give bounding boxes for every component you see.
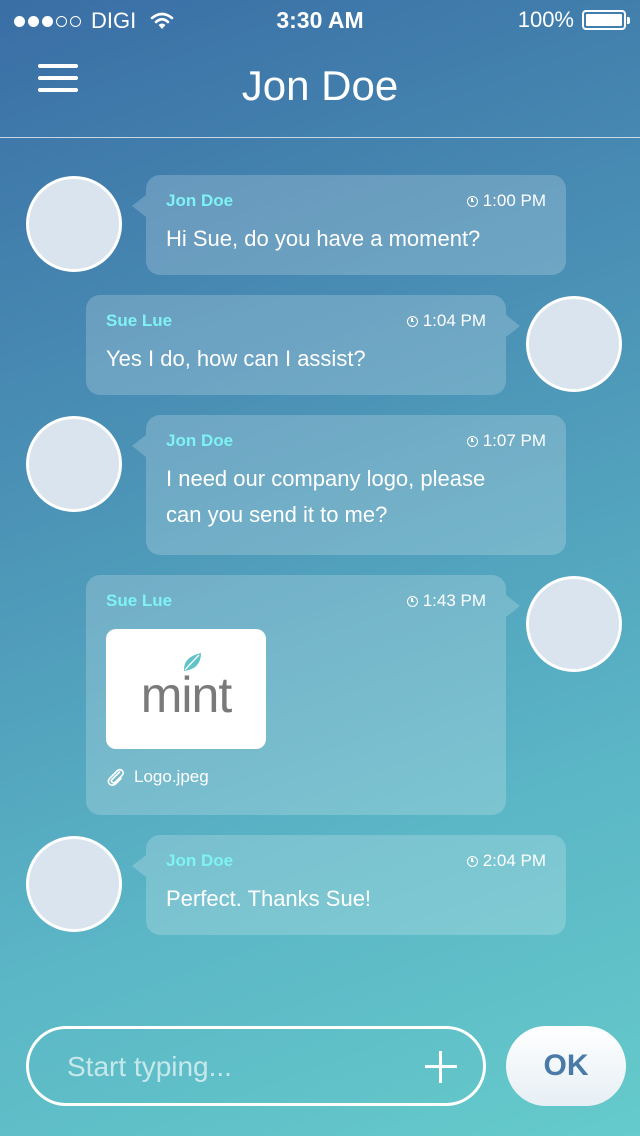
message-text: Hi Sue, do you have a moment?: [166, 226, 481, 251]
message-meta: Jon Doe 1:07 PM: [166, 431, 546, 451]
avatar-jon-doe[interactable]: [26, 836, 122, 932]
avatar-sue-lue[interactable]: [526, 296, 622, 392]
plus-icon[interactable]: [425, 1051, 457, 1083]
message-meta: Jon Doe 1:00 PM: [166, 191, 546, 211]
status-right: 100%: [517, 7, 630, 33]
message-text: Perfect. Thanks Sue!: [166, 886, 372, 911]
battery-percentage: 100%: [517, 7, 574, 32]
conversation-title: Jon Doe: [241, 62, 399, 109]
message-text: Yes I do, how can I assist?: [106, 346, 366, 371]
clock-icon: [406, 315, 418, 327]
message-time: 1:43 PM: [422, 591, 486, 610]
battery-icon: [582, 10, 630, 30]
attachment-filename: Logo.jpeg: [134, 767, 209, 786]
message-time: 1:04 PM: [422, 311, 486, 330]
clock-icon: [466, 435, 478, 447]
message-timestamp: 1:07 PM: [466, 431, 546, 451]
message-sender: Jon Doe: [166, 431, 234, 450]
mint-logo: mint: [140, 667, 232, 723]
message-timestamp: 1:04 PM: [406, 311, 486, 331]
message-bubble-attachment[interactable]: Sue Lue 1:43 PM mint Logo.jpeg: [86, 575, 520, 815]
navigation-bar: Jon Doe: [0, 40, 640, 138]
message-text-line: I need our company logo, please: [166, 466, 486, 491]
avatar-sue-lue[interactable]: [526, 576, 622, 672]
message-bubble[interactable]: Jon Doe 1:07 PM I need our company logo,…: [132, 415, 566, 555]
message-sender: Sue Lue: [106, 311, 173, 330]
message-input[interactable]: Start typing...: [26, 1026, 486, 1106]
status-bar: DIGI 3:30 AM 100%: [0, 0, 640, 40]
message-bubble[interactable]: Jon Doe 2:04 PM Perfect. Thanks Sue!: [132, 835, 566, 935]
attachment-file[interactable]: Logo.jpeg: [106, 767, 486, 787]
message-time: 1:07 PM: [482, 431, 546, 450]
message-composer: Start typing... OK: [0, 1026, 640, 1106]
message-meta: Sue Lue 1:04 PM: [106, 311, 486, 331]
clock-icon: [466, 195, 478, 207]
attachment-thumbnail[interactable]: mint: [106, 629, 266, 749]
message-bubble[interactable]: Sue Lue 1:04 PM Yes I do, how can I assi…: [86, 295, 520, 395]
message-bubble[interactable]: Jon Doe 1:00 PM Hi Sue, do you have a mo…: [132, 175, 566, 275]
message-sender: Jon Doe: [166, 851, 234, 870]
message-time: 2:04 PM: [482, 851, 546, 870]
message-time: 1:00 PM: [482, 191, 546, 210]
ok-button[interactable]: OK: [506, 1026, 626, 1106]
clock-icon: [466, 855, 478, 867]
avatar-jon-doe[interactable]: [26, 416, 122, 512]
avatar-jon-doe[interactable]: [26, 176, 122, 272]
message-timestamp: 1:43 PM: [406, 591, 486, 611]
clock-icon: [406, 595, 418, 607]
message-sender: Sue Lue: [106, 591, 173, 610]
message-input-placeholder: Start typing...: [67, 1051, 232, 1082]
message-meta: Jon Doe 2:04 PM: [166, 851, 546, 871]
message-text: I need our company logo, please can you …: [166, 461, 546, 533]
message-timestamp: 1:00 PM: [466, 191, 546, 211]
battery-fill: [586, 14, 622, 26]
message-meta: Sue Lue 1:43 PM: [106, 591, 486, 611]
paperclip-icon: [107, 768, 125, 786]
message-sender: Jon Doe: [166, 191, 234, 210]
message-timestamp: 2:04 PM: [466, 851, 546, 871]
message-text-line: can you send it to me?: [166, 502, 388, 527]
